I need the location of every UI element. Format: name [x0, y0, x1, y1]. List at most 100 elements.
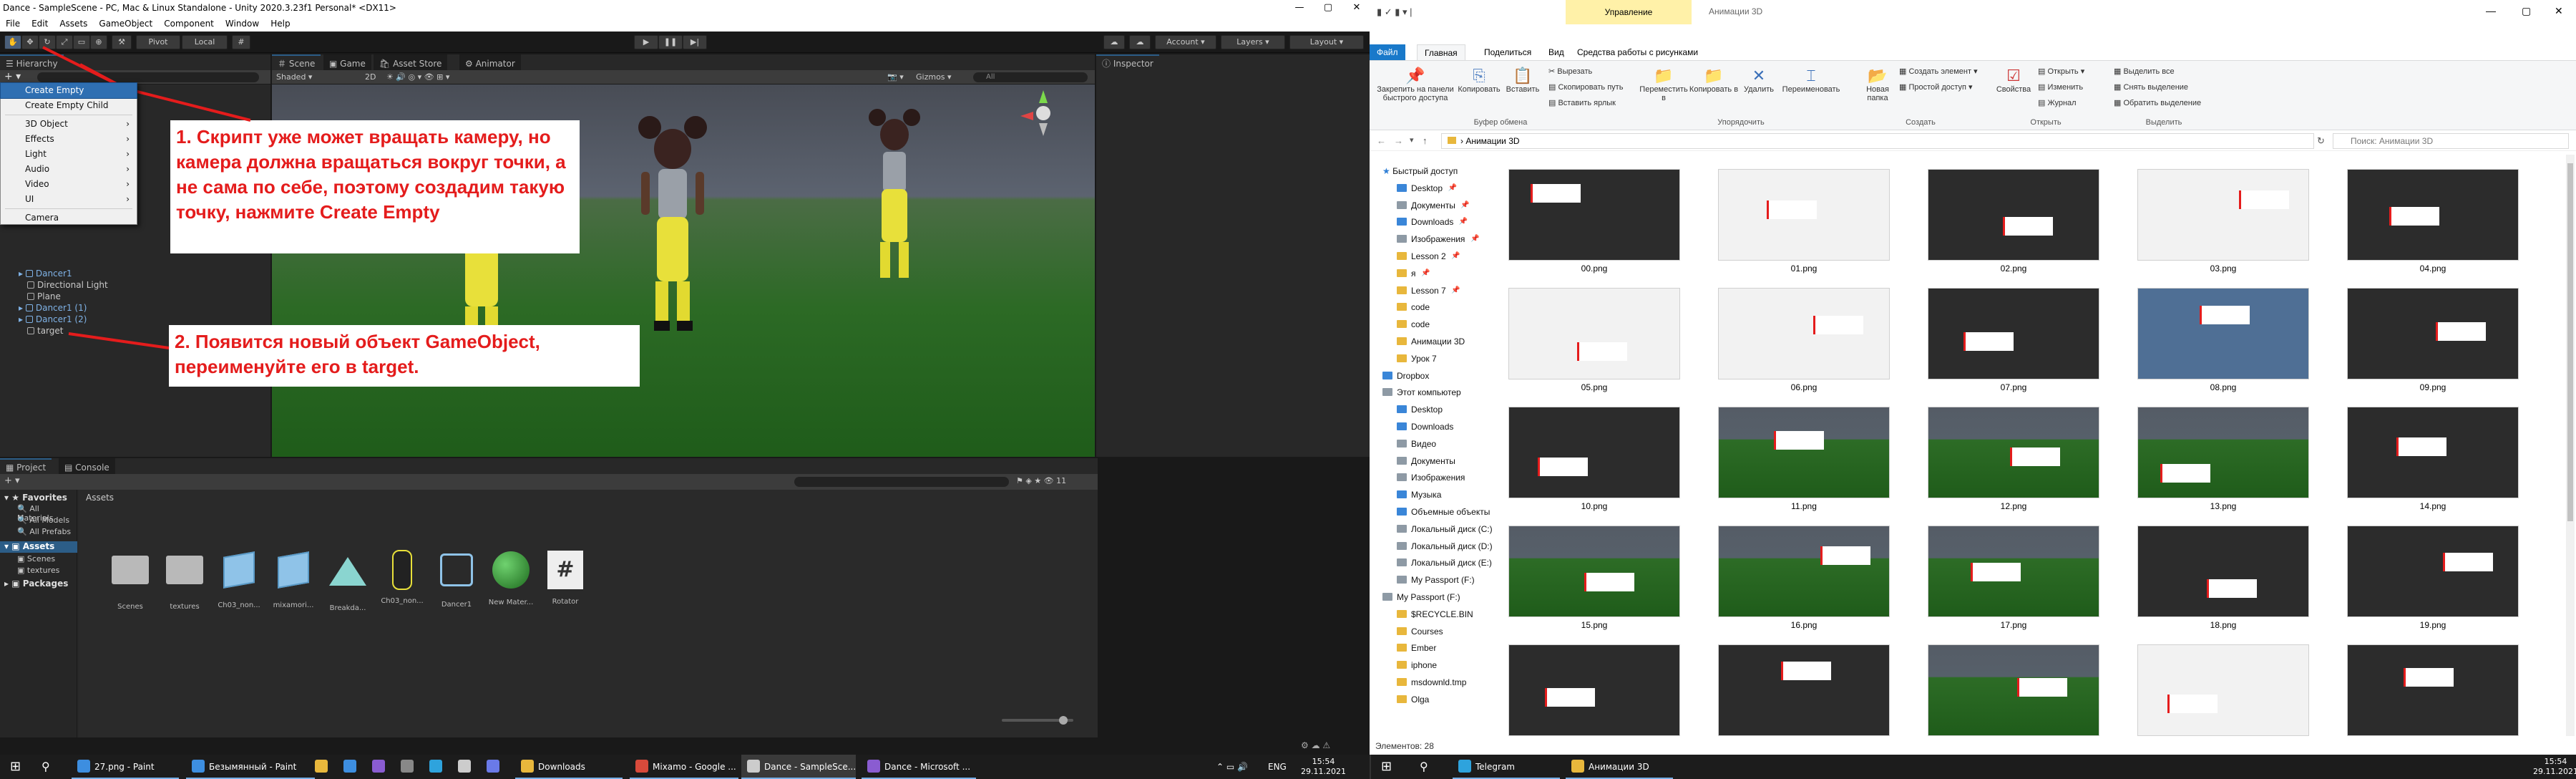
- select-all-button[interactable]: ▦ Выделить все: [2114, 67, 2175, 76]
- file-tile[interactable]: 19.png: [2344, 516, 2522, 630]
- ex-close-button[interactable]: ✕: [2555, 5, 2563, 17]
- tab-file[interactable]: Файл: [1370, 44, 1405, 60]
- tab-home[interactable]: Главная: [1417, 44, 1465, 60]
- search-icon[interactable]: ⚲: [42, 755, 50, 779]
- context-menu-item[interactable]: Audio ›: [1, 162, 137, 177]
- nav-item[interactable]: code: [1397, 316, 1430, 332]
- taskbar-app[interactable]: Безымянный - Paint: [186, 755, 315, 779]
- context-menu-item[interactable]: 3D Object ›: [1, 117, 137, 132]
- nav-item[interactable]: Lesson 2 📌: [1397, 248, 1460, 264]
- invert-selection-button[interactable]: ▦ Обратить выделение: [2114, 98, 2201, 107]
- taskbar-app[interactable]: Downloads: [515, 755, 623, 779]
- calc-icon[interactable]: [401, 755, 418, 779]
- copy-path-button[interactable]: ▤ Скопировать путь: [1548, 82, 1623, 92]
- recent-dropdown-icon[interactable]: ▾: [1410, 135, 1414, 145]
- nav-item[interactable]: Dropbox: [1382, 368, 1429, 384]
- context-menu-item[interactable]: Create Empty Child: [1, 98, 137, 113]
- file-tile[interactable]: 00.png: [1506, 159, 1683, 274]
- new-folder-button[interactable]: 📂 Новая папка: [1856, 67, 1899, 102]
- nav-item[interactable]: iphone: [1397, 657, 1437, 673]
- file-tile[interactable]: 02.png: [1925, 159, 2102, 274]
- telegram-icon[interactable]: [429, 755, 447, 779]
- file-tile[interactable]: 10.png: [1506, 397, 1683, 511]
- nav-item[interactable]: Локальный диск (C:): [1397, 521, 1493, 537]
- nav-item[interactable]: Анимации 3D: [1397, 334, 1465, 349]
- nav-item[interactable]: Ember: [1397, 640, 1436, 656]
- manage-context-tab[interactable]: Управление: [1566, 0, 1692, 24]
- tab-picture-tools[interactable]: Средства работы с рисунками: [1570, 44, 1705, 60]
- discord-icon[interactable]: [487, 755, 504, 779]
- copy-button[interactable]: ⎘ Копировать: [1455, 67, 1503, 94]
- nav-item[interactable]: Видео: [1397, 436, 1436, 452]
- tray-icons[interactable]: ⌃ ▭ 🔊: [1216, 755, 1248, 779]
- clock-2[interactable]: 15:54 29.11.2021: [2533, 755, 2576, 779]
- nav-item[interactable]: Документы: [1397, 453, 1455, 469]
- paste-button[interactable]: 📋 Вставить: [1503, 67, 1543, 94]
- select-none-button[interactable]: ▦ Снять выделение: [2114, 82, 2188, 92]
- context-menu-item[interactable]: Camera: [1, 211, 137, 226]
- nav-item[interactable]: Downloads 📌: [1397, 214, 1468, 230]
- nav-item[interactable]: My Passport (F:): [1382, 589, 1460, 605]
- file-tile[interactable]: 04.png: [2344, 159, 2522, 274]
- tab-view[interactable]: Вид: [1541, 44, 1571, 60]
- nav-item[interactable]: я 📌: [1397, 266, 1430, 281]
- context-menu-item[interactable]: Create Empty: [0, 82, 137, 99]
- taskbar-app[interactable]: Dance - Microsoft ...: [862, 755, 976, 779]
- ex-minimize-button[interactable]: —: [2486, 5, 2496, 16]
- taskbar-app[interactable]: Dance - SampleSce...: [741, 755, 856, 779]
- start-icon[interactable]: ⊞: [10, 755, 21, 779]
- search-icon-2[interactable]: ⚲: [1420, 755, 1428, 779]
- nav-back-icon[interactable]: ←: [1377, 135, 1386, 146]
- start-icon-2[interactable]: ⊞: [1381, 755, 1392, 779]
- clock[interactable]: 15:54 29.11.2021: [1301, 755, 1346, 779]
- file-tile[interactable]: 01.png: [1715, 159, 1893, 274]
- cut-button[interactable]: ✂ Вырезать: [1548, 67, 1592, 76]
- properties-button[interactable]: ☑ Свойства: [1992, 67, 2035, 94]
- store-icon[interactable]: [343, 755, 361, 779]
- context-menu-item[interactable]: Light ›: [1, 147, 137, 162]
- nav-forward-icon[interactable]: →: [1394, 135, 1403, 146]
- file-tile[interactable]: 15.png: [1506, 516, 1683, 630]
- rename-button[interactable]: ⌶ Переименовать: [1779, 67, 1843, 94]
- nav-item[interactable]: ★ Быстрый доступ: [1382, 163, 1458, 179]
- nav-up-icon[interactable]: ↑: [1423, 135, 1428, 146]
- file-tile[interactable]: 03.png: [2135, 159, 2312, 274]
- explorer-search-input[interactable]: Поиск: Анимации 3D: [2333, 133, 2569, 149]
- nav-item[interactable]: Документы 📌: [1397, 198, 1470, 213]
- nav-item[interactable]: Урок 7: [1397, 351, 1437, 367]
- language-indicator[interactable]: ENG: [1268, 755, 1287, 779]
- file-tile[interactable]: 05.png: [1506, 278, 1683, 392]
- file-tile[interactable]: 18.png: [2135, 516, 2312, 630]
- address-input[interactable]: › Анимации 3D: [1441, 133, 2314, 149]
- nav-item[interactable]: $RECYCLE.BIN: [1397, 606, 1473, 622]
- open-button[interactable]: ▤ Открыть ▾: [2038, 67, 2084, 76]
- explorer-scrollbar[interactable]: [2566, 155, 2575, 736]
- file-tile[interactable]: 07.png: [1925, 278, 2102, 392]
- file-tile[interactable]: 11.png: [1715, 397, 1893, 511]
- file-tile[interactable]: 08.png: [2135, 278, 2312, 392]
- history-button[interactable]: ▤ Журнал: [2038, 98, 2077, 107]
- nav-item[interactable]: Локальный диск (D:): [1397, 538, 1493, 554]
- nav-item[interactable]: Объемные объекты: [1397, 504, 1490, 520]
- file-tile[interactable]: 06.png: [1715, 278, 1893, 392]
- nav-item[interactable]: My Passport (F:): [1397, 572, 1475, 588]
- pin-quick-access-button[interactable]: 📌 Закрепить на панели быстрого доступа: [1375, 67, 1455, 102]
- new-item-button[interactable]: ▦ Создать элемент ▾: [1899, 67, 1978, 76]
- qat-icons[interactable]: ▮ ✓ ▮ ▾ |: [1377, 6, 1413, 18]
- file-tile[interactable]: [2344, 634, 2522, 747]
- edit-button[interactable]: ▤ Изменить: [2038, 82, 2083, 92]
- context-menu-item[interactable]: Effects ›: [1, 132, 137, 147]
- vs-icon[interactable]: [372, 755, 389, 779]
- ex-maximize-button[interactable]: ▢: [2522, 5, 2531, 17]
- context-menu-item[interactable]: Video ›: [1, 177, 137, 192]
- nav-item[interactable]: Olga: [1397, 692, 1429, 707]
- tab-share[interactable]: Поделиться: [1477, 44, 1538, 60]
- file-tile[interactable]: 12.png: [1925, 397, 2102, 511]
- nav-item[interactable]: Музыка: [1397, 487, 1441, 503]
- file-tile[interactable]: [1925, 634, 2102, 747]
- file-tile[interactable]: 17.png: [1925, 516, 2102, 630]
- refresh-icon[interactable]: ↻: [2317, 135, 2325, 147]
- file-tile[interactable]: [1506, 634, 1683, 747]
- nav-item[interactable]: Desktop 📌: [1397, 180, 1457, 196]
- taskbar-app[interactable]: Mixamo - Google ...: [630, 755, 738, 779]
